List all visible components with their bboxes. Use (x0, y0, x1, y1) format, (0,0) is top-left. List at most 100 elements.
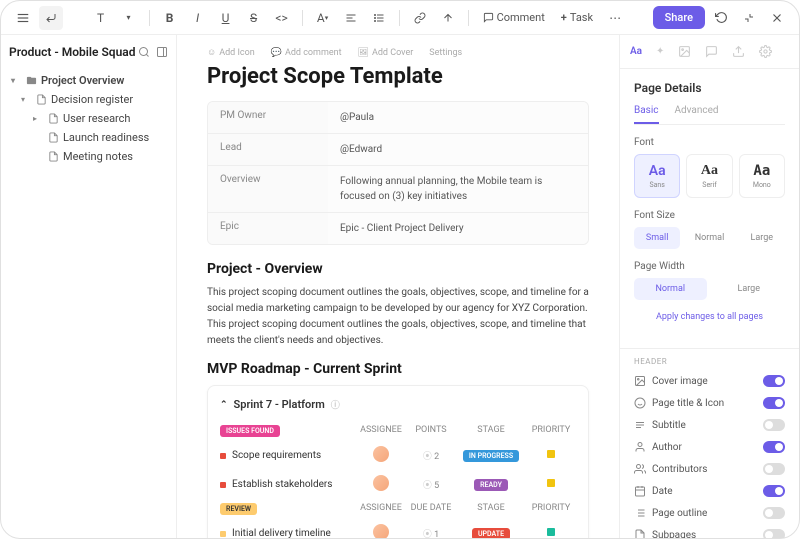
tab-comment-icon[interactable] (705, 45, 718, 58)
toggle-switch[interactable] (763, 419, 785, 431)
task-row[interactable]: Scope requirements⦿ 2IN PROGRESS (220, 441, 576, 470)
document-icon (35, 94, 47, 106)
width-option[interactable]: Normal (634, 278, 707, 300)
toggle-switch[interactable] (763, 375, 785, 387)
task-row[interactable]: Establish stakeholders⦿ 5READY (220, 470, 576, 499)
dropdown-icon[interactable]: ▾ (117, 6, 141, 30)
underline-icon[interactable]: U (214, 6, 238, 30)
apply-all-link[interactable]: Apply changes to all pages (634, 312, 785, 322)
priority-indicator (547, 450, 555, 458)
tab-sparkle-icon[interactable]: ✦ (656, 46, 664, 57)
toggle-switch[interactable] (763, 441, 785, 453)
list-icon[interactable] (367, 6, 391, 30)
document-icon (47, 151, 59, 163)
workspace-title: Product - Mobile Squad (9, 45, 135, 59)
stage-badge: READY (474, 479, 508, 491)
size-option[interactable]: Normal (686, 227, 732, 249)
sidebar-item[interactable]: ▾Project Overview (9, 71, 168, 90)
group-badge: REVIEW (220, 503, 257, 515)
sprint-header[interactable]: ⌃ Sprint 7 - Platform ⓘ (220, 398, 576, 411)
subtab-advanced[interactable]: Advanced (675, 105, 719, 124)
toggle-label: Page outline (652, 508, 707, 519)
add-cover-action[interactable]: 🖼 Add Cover (358, 47, 414, 58)
info-row[interactable]: EpicEpic - Client Project Delivery (208, 213, 588, 244)
priority-cell (526, 450, 576, 461)
subtab-basic[interactable]: Basic (634, 105, 659, 124)
comment-button[interactable]: Comment (477, 11, 551, 24)
info-icon[interactable]: ⓘ (331, 398, 340, 411)
document-icon (47, 113, 59, 125)
page-meta-actions: ☺ Add Icon 💬 Add comment 🖼 Add Cover Set… (207, 47, 589, 58)
info-row[interactable]: OverviewFollowing annual planning, the M… (208, 166, 588, 213)
width-option[interactable]: Large (713, 278, 786, 300)
font-option[interactable]: AaSans (634, 154, 680, 198)
toggle-switch[interactable] (763, 529, 785, 538)
info-key: Lead (208, 134, 328, 165)
align-icon[interactable] (339, 6, 363, 30)
share-button[interactable]: Share (653, 6, 705, 29)
subtitle-icon (634, 419, 646, 431)
priority-cell (526, 528, 576, 538)
italic-icon[interactable]: I (186, 6, 210, 30)
strike-icon[interactable]: S (242, 6, 266, 30)
chevron-icon: ▸ (33, 114, 43, 123)
add-icon-action[interactable]: ☺ Add Icon (207, 47, 255, 58)
toggle-switch[interactable] (763, 397, 785, 409)
size-option[interactable]: Large (739, 227, 785, 249)
menu-icon[interactable] (11, 6, 35, 30)
tab-settings-icon[interactable] (759, 45, 772, 58)
toggle-row: Page outline (620, 502, 799, 524)
points-cell: ⦿ 2 (406, 449, 456, 462)
stage-badge: UPDATE (472, 528, 510, 539)
info-value: @Edward (328, 134, 588, 165)
status-dot (220, 453, 226, 459)
embed-icon[interactable] (436, 6, 460, 30)
column-header: POINTS (406, 425, 456, 437)
bold-icon[interactable]: B (158, 6, 182, 30)
avatar (373, 475, 389, 491)
sprint-card: ⌃ Sprint 7 - Platform ⓘ ISSUES FOUNDASSI… (207, 385, 589, 538)
task-header: ISSUES FOUNDASSIGNEEPOINTSSTAGEPRIORITY (220, 421, 576, 441)
toggle-switch[interactable] (763, 485, 785, 497)
close-icon[interactable] (765, 6, 789, 30)
image-icon (634, 375, 646, 387)
history-icon[interactable] (709, 6, 733, 30)
code-icon[interactable]: <> (270, 6, 294, 30)
sidebar-item[interactable]: ▾Decision register (9, 90, 168, 109)
section-heading[interactable]: MVP Roadmap - Current Sprint (207, 361, 589, 377)
toggle-row: Author (620, 436, 799, 458)
link-icon[interactable] (408, 6, 432, 30)
size-option[interactable]: Small (634, 227, 680, 249)
task-row[interactable]: Initial delivery timeline⦿ 1UPDATE (220, 519, 576, 538)
text-format-icon[interactable]: T (89, 6, 113, 30)
settings-action[interactable]: Settings (429, 47, 462, 58)
avatar (373, 446, 389, 462)
sidebar-item[interactable]: Meeting notes (9, 147, 168, 166)
tab-upload-icon[interactable] (732, 45, 745, 58)
toggle-switch[interactable] (763, 463, 785, 475)
color-icon[interactable]: A▾ (311, 6, 335, 30)
task-header: REVIEWASSIGNEEDUE DATESTAGEPRIORITY (220, 499, 576, 519)
search-icon[interactable] (138, 46, 150, 58)
task-button[interactable]: +Task (555, 11, 599, 24)
page-title[interactable]: Project Scope Template (207, 64, 589, 89)
font-option[interactable]: AaMono (739, 154, 785, 198)
back-icon[interactable] (39, 6, 63, 30)
info-row[interactable]: PM Owner@Paula (208, 102, 588, 134)
toggle-switch[interactable] (763, 507, 785, 519)
status-dot (220, 482, 226, 488)
tab-typography[interactable]: Aa (630, 46, 642, 57)
points-cell: ⦿ 1 (406, 527, 456, 538)
add-comment-action[interactable]: 💬 Add comment (271, 47, 342, 58)
body-text[interactable]: This project scoping document outlines t… (207, 285, 589, 349)
sidebar-item[interactable]: Launch readiness (9, 128, 168, 147)
font-option[interactable]: AaSerif (686, 154, 732, 198)
panel-icon[interactable] (156, 46, 168, 58)
more-icon[interactable]: ⋯ (603, 6, 627, 30)
tab-image-icon[interactable] (678, 45, 691, 58)
author-icon (634, 441, 646, 453)
sidebar-item[interactable]: ▸User research (9, 109, 168, 128)
section-heading[interactable]: Project - Overview (207, 261, 589, 277)
info-row[interactable]: Lead@Edward (208, 134, 588, 166)
expand-icon[interactable] (737, 6, 761, 30)
